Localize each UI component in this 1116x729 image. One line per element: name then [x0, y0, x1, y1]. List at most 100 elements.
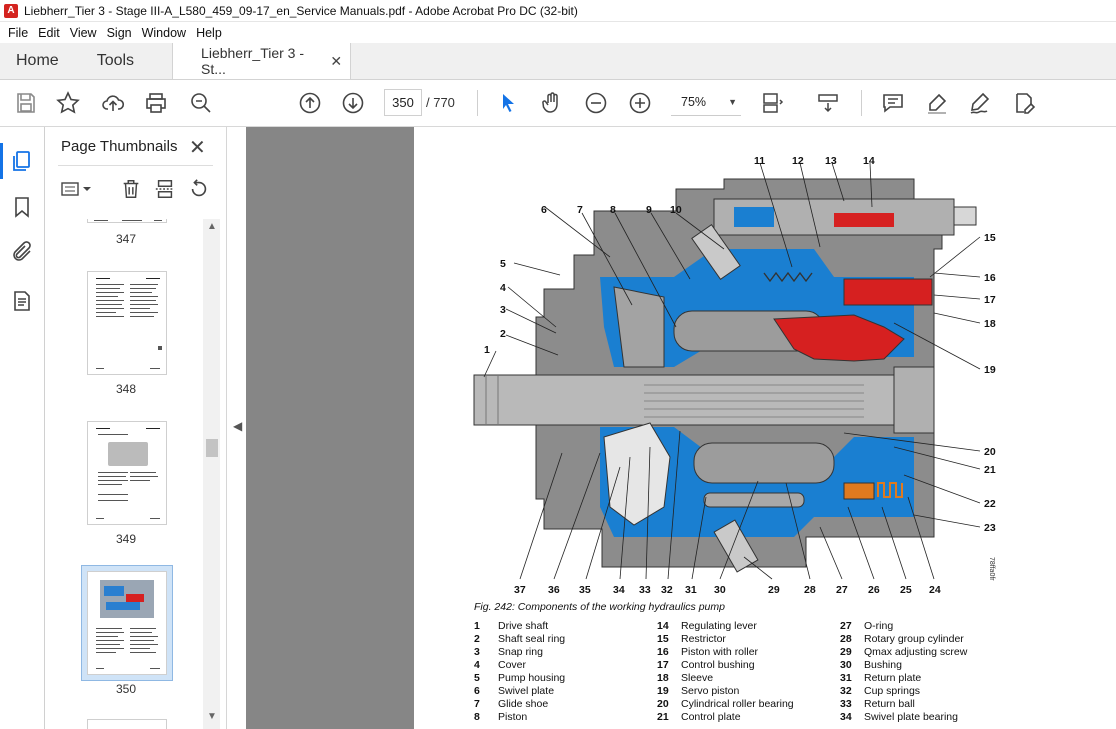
thumbnail-label: 347: [115, 232, 137, 246]
thumbnail-label: 350: [115, 682, 137, 696]
legend-row: 17 Control bushing: [657, 659, 755, 671]
legend-row: 29 Qmax adjusting screw: [840, 646, 968, 658]
legend-row: 2 Shaft seal ring: [474, 633, 566, 645]
highlight-icon[interactable]: [924, 90, 950, 116]
page-up-icon[interactable]: [297, 90, 323, 116]
legend-row: 32 Cup springs: [840, 685, 921, 697]
callout-9: 9: [646, 204, 652, 216]
legend-row: 5 Pump housing: [474, 672, 566, 684]
document-viewport[interactable]: 6 7 8 9 10 11 12 13 14 5 4 3 2 1 15 16 1…: [246, 127, 1116, 729]
callout-22: 22: [984, 498, 996, 510]
legend-column-2: 14 Regulating lever 15 Restrictor 16 Piston…: [657, 620, 794, 724]
figure-code: 78ffa0fr: [988, 557, 995, 581]
panel-splitter[interactable]: ◀: [226, 127, 246, 729]
legend-row: 6 Swivel plate: [474, 685, 555, 697]
menu-sign[interactable]: Sign: [102, 26, 137, 40]
toolbar: [0, 80, 1116, 127]
close-icon[interactable]: ✕: [189, 135, 206, 160]
title-bar: A Liebherr_Tier 3 - Stage III-A_L580_459…: [0, 0, 1116, 22]
callout-14: 14: [863, 155, 875, 167]
callout-1: 1: [484, 344, 490, 356]
tab-home[interactable]: Home: [0, 43, 81, 79]
thumbnail-page[interactable]: [87, 271, 167, 375]
thumbnail-options-menu[interactable]: [60, 177, 92, 201]
legend-row: 1 Drive shaft: [474, 620, 549, 632]
callout-10: 10: [670, 204, 682, 216]
thumbnail-label: 349: [115, 532, 137, 546]
legend-row: 7 Glide shoe: [474, 698, 549, 710]
cursor-icon[interactable]: [495, 90, 521, 116]
callout-35: 35: [579, 584, 591, 596]
zoom-value: 75%: [681, 95, 707, 109]
callout-6: 6: [541, 204, 547, 216]
legend-row: 18 Sleeve: [657, 672, 714, 684]
page-total: / 770: [426, 95, 455, 110]
print-icon[interactable]: [143, 90, 169, 116]
legend-row: 4 Cover: [474, 659, 527, 671]
upload-icon[interactable]: [100, 90, 126, 116]
scrollbar-thumb[interactable]: [206, 439, 218, 457]
attachments-icon[interactable]: [10, 240, 34, 264]
thumbnail-scrollbar[interactable]: ▲ ▼: [203, 219, 220, 729]
scroll-up-arrow[interactable]: ▲: [207, 221, 217, 232]
legend-row: 34 Swivel plate bearing: [840, 711, 958, 723]
thumbnail-page-selected[interactable]: [87, 571, 167, 675]
page-number-input[interactable]: 350: [384, 89, 422, 116]
menu-view[interactable]: View: [65, 26, 102, 40]
bookmarks-icon[interactable]: [10, 195, 34, 219]
tab-document[interactable]: Liebherr_Tier 3 - St... ✕: [172, 43, 352, 79]
thumbnails-panel: Page Thumbnails ✕ 347 348 349 350 ▲ ▼: [46, 127, 226, 729]
document-properties-icon[interactable]: [10, 289, 34, 313]
extract-pages-icon[interactable]: [154, 177, 176, 201]
fit-page-icon[interactable]: [759, 90, 785, 116]
callout-23: 23: [984, 522, 996, 534]
panel-title: Page Thumbnails: [61, 138, 178, 155]
callout-37: 37: [514, 584, 526, 596]
menu-window[interactable]: Window: [137, 26, 191, 40]
toolbar-separator: [477, 90, 478, 116]
legend-row: 21 Control plate: [657, 711, 741, 723]
legend-row: 19 Servo piston: [657, 685, 740, 697]
page-down-icon[interactable]: [340, 90, 366, 116]
window-title: Liebherr_Tier 3 - Stage III-A_L580_459_0…: [24, 3, 578, 18]
legend-row: 3 Snap ring: [474, 646, 543, 658]
page-thumbnails-icon[interactable]: [0, 143, 34, 179]
zoom-in-icon[interactable]: [627, 90, 653, 116]
thumbnail-page[interactable]: [87, 719, 167, 729]
edit-pdf-icon[interactable]: [1011, 90, 1037, 116]
callout-16: 16: [984, 272, 996, 284]
menu-help[interactable]: Help: [191, 26, 227, 40]
legend-row: 15 Restrictor: [657, 633, 726, 645]
collapse-panel-icon[interactable]: ◀: [233, 419, 242, 433]
list-options-icon: [61, 182, 91, 196]
scroll-mode-icon[interactable]: [815, 90, 841, 116]
close-icon[interactable]: ✕: [330, 53, 342, 70]
trash-icon[interactable]: [120, 177, 142, 201]
bookmark-star-icon[interactable]: [55, 90, 81, 116]
scroll-down-arrow[interactable]: ▼: [207, 711, 217, 722]
callout-18: 18: [984, 318, 996, 330]
callout-31: 31: [685, 584, 697, 596]
zoom-select[interactable]: 75% ▼: [671, 89, 741, 116]
rotate-icon[interactable]: [188, 177, 210, 201]
thumbnail-list: 347 348 349 350: [46, 219, 206, 729]
hand-icon[interactable]: [539, 90, 565, 116]
tab-tools[interactable]: Tools: [81, 43, 150, 79]
callout-20: 20: [984, 446, 996, 458]
sign-icon[interactable]: [967, 90, 993, 116]
callout-2: 2: [500, 328, 506, 340]
callout-21: 21: [984, 464, 996, 476]
save-icon[interactable]: [13, 90, 39, 116]
callout-19: 19: [984, 364, 996, 376]
figure-caption: Fig. 242: Components of the working hydr…: [474, 601, 725, 613]
menu-file[interactable]: File: [3, 26, 33, 40]
callout-34: 34: [613, 584, 625, 596]
comment-icon[interactable]: [880, 90, 906, 116]
search-zoom-icon[interactable]: [188, 90, 214, 116]
thumbnail-page[interactable]: [87, 219, 167, 223]
toolbar-separator: [861, 90, 862, 116]
callout-5: 5: [500, 258, 506, 270]
menu-edit[interactable]: Edit: [33, 26, 65, 40]
thumbnail-page[interactable]: [87, 421, 167, 525]
zoom-out-icon[interactable]: [583, 90, 609, 116]
